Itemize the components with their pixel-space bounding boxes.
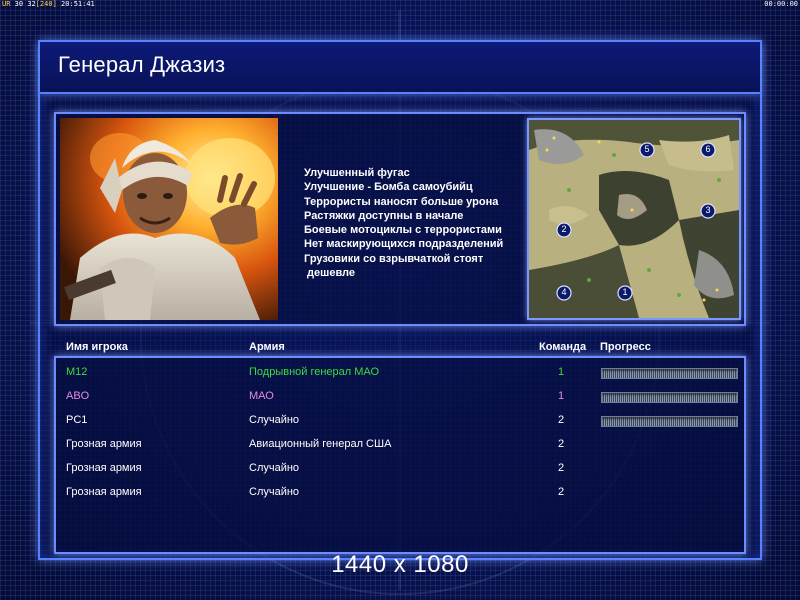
general-note: Нет маскирующихся подразделений xyxy=(304,238,504,251)
hud-fps2: 32 xyxy=(27,0,36,8)
player-army: Случайно xyxy=(249,414,300,426)
hud-ur-label: UR xyxy=(2,0,11,8)
header-progress: Прогресс xyxy=(600,341,651,353)
general-note: Улучшение - Бомба самоубийц xyxy=(304,181,473,194)
general-note: Грузовики со взрывчаткой стоят xyxy=(304,252,484,265)
player-army: МАО xyxy=(249,390,274,402)
start-position-2: 2 xyxy=(556,222,572,238)
general-portrait xyxy=(60,118,278,320)
table-row: ABO МАО 1 xyxy=(0,387,800,407)
debug-hud: UR 30 32[240] 20:51:41 00:00:00 xyxy=(0,0,800,10)
start-position-4: 4 xyxy=(556,285,572,301)
hud-fps: 30 xyxy=(14,0,24,8)
player-name: M12 xyxy=(66,366,88,378)
map-preview: 5 6 3 2 4 1 xyxy=(527,118,741,320)
table-row: Грозная армия Авиационный генерал США 2 xyxy=(0,435,800,455)
resolution-label: 1440 x 1080 xyxy=(331,551,469,578)
player-name: Грозная армия xyxy=(66,486,142,498)
general-note: Боевые мотоциклы с террористами xyxy=(304,224,502,237)
player-army: Авиационный генерал США xyxy=(249,438,392,450)
player-team: 2 xyxy=(558,438,565,450)
player-team: 2 xyxy=(558,462,565,474)
header-player-name: Имя игрока xyxy=(66,341,128,353)
loading-progress-bar xyxy=(601,368,738,379)
player-team: 2 xyxy=(558,414,565,426)
header-team: Команда xyxy=(539,341,587,353)
table-row: M12 Подрывной генерал МАО 1 xyxy=(0,363,800,383)
loading-progress-bar xyxy=(601,416,738,427)
title-bar: Генерал Джазиз xyxy=(40,42,760,94)
table-row: Грозная армия Случайно 2 xyxy=(0,459,800,479)
hud-clock: 20:51:41 xyxy=(61,0,95,8)
players-table-header: Имя игрока Армия Команда Прогресс xyxy=(0,338,800,356)
start-position-5: 5 xyxy=(639,142,655,158)
general-portrait-image xyxy=(60,118,278,320)
general-note: Улучшенный фугас xyxy=(304,167,410,179)
player-army: Случайно xyxy=(249,486,300,498)
general-note: Террористы наносят больше урона xyxy=(304,195,499,208)
player-army: Случайно xyxy=(249,462,300,474)
player-name: ABO xyxy=(66,390,90,402)
player-name: Грозная армия xyxy=(66,438,142,450)
loading-progress-bar xyxy=(601,392,738,403)
start-position-3: 3 xyxy=(700,203,716,219)
header-army: Армия xyxy=(249,341,285,353)
player-name: Грозная армия xyxy=(66,462,142,474)
general-notes: Улучшенный фугас Улучшение - Бомба самоу… xyxy=(304,166,519,280)
table-row: Грозная армия Случайно 2 xyxy=(0,483,800,503)
player-name: PC1 xyxy=(66,414,88,426)
table-row: PC1 Случайно 2 xyxy=(0,411,800,431)
general-note: Растяжки доступны в начале xyxy=(304,209,464,222)
player-team: 1 xyxy=(558,390,565,402)
hud-frame: [240] xyxy=(35,0,57,8)
hud-timer: 00:00:00 xyxy=(764,0,798,8)
start-position-6: 6 xyxy=(700,142,716,158)
general-title: Генерал Джазиз xyxy=(58,52,226,77)
start-position-1: 1 xyxy=(617,285,633,301)
players-table-panel xyxy=(54,356,746,554)
general-note: дешевле xyxy=(304,267,356,280)
player-army: Подрывной генерал МАО xyxy=(249,366,380,378)
player-team: 2 xyxy=(558,486,565,498)
player-team: 1 xyxy=(558,366,565,378)
